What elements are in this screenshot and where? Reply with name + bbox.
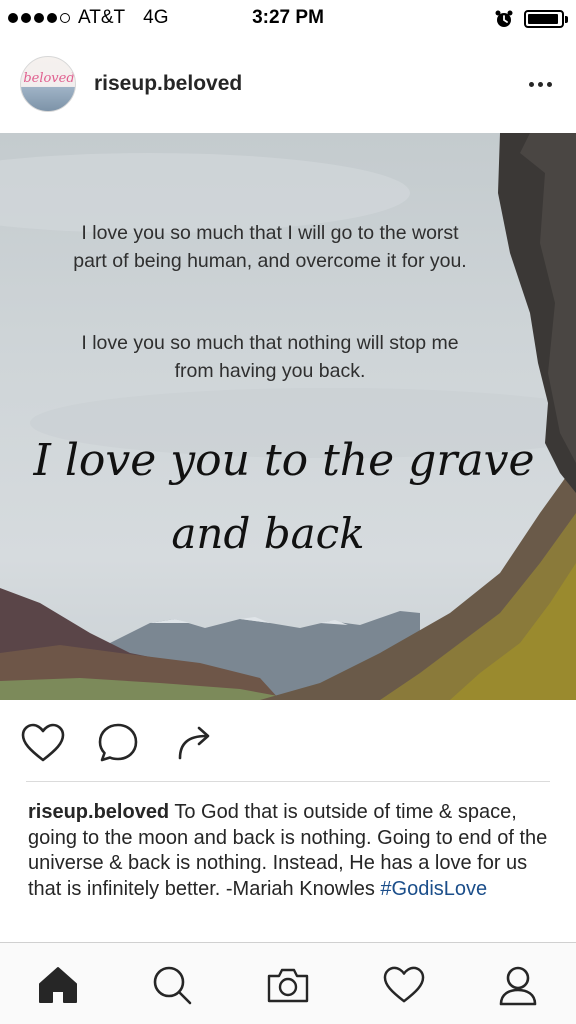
heart-icon[interactable]: [20, 722, 66, 764]
camera-icon: [267, 968, 309, 1003]
quote-2: I love you so much that nothing will sto…: [0, 329, 540, 385]
tab-activity[interactable]: [380, 961, 428, 1009]
post-actions: [0, 700, 576, 782]
post-image[interactable]: I love you so much that I will go to the…: [0, 133, 576, 700]
comment-icon[interactable]: [96, 722, 142, 764]
tab-bar: [0, 942, 576, 1024]
tab-search[interactable]: [148, 961, 196, 1009]
divider: [26, 781, 550, 782]
status-right: [494, 9, 568, 29]
tab-home[interactable]: [34, 961, 82, 1009]
script-headline-line-1: I love you to the grave: [33, 435, 535, 486]
battery-fill: [528, 14, 559, 24]
avatar[interactable]: beloved: [20, 56, 76, 112]
quote-1-line-1: I love you so much that I will go to the…: [81, 222, 459, 244]
heart-icon: [383, 966, 425, 1003]
profile-icon: [499, 966, 537, 1006]
quote-2-line-1: I love you so much that nothing will sto…: [81, 332, 459, 354]
tab-camera[interactable]: [264, 961, 312, 1009]
alarm-clock-icon: [495, 10, 513, 27]
post-header: beloved riseup.beloved: [0, 40, 576, 133]
script-headline-line-2: and back: [171, 509, 365, 558]
caption-hashtag[interactable]: #GodisLove: [380, 878, 487, 900]
caption-username[interactable]: riseup.beloved: [28, 801, 169, 823]
status-bar: AT&T 4G 3:27 PM: [0, 0, 576, 40]
quote-1-line-2: part of being human, and overcome it for…: [73, 250, 467, 272]
quote-2-line-2: from having you back.: [174, 360, 366, 382]
post-caption: riseup.beloved To God that is outside of…: [28, 800, 558, 902]
status-time: 3:27 PM: [252, 7, 324, 28]
share-arrow-icon[interactable]: [172, 722, 218, 764]
home-icon: [39, 967, 77, 1003]
more-horizontal-icon[interactable]: [524, 70, 556, 98]
post-username[interactable]: riseup.beloved: [94, 72, 242, 96]
search-icon: [153, 966, 192, 1005]
avatar-logo-text: beloved: [23, 71, 75, 86]
quote-1: I love you so much that I will go to the…: [0, 219, 540, 275]
battery-icon: [524, 10, 568, 28]
tab-profile[interactable]: [494, 961, 542, 1009]
